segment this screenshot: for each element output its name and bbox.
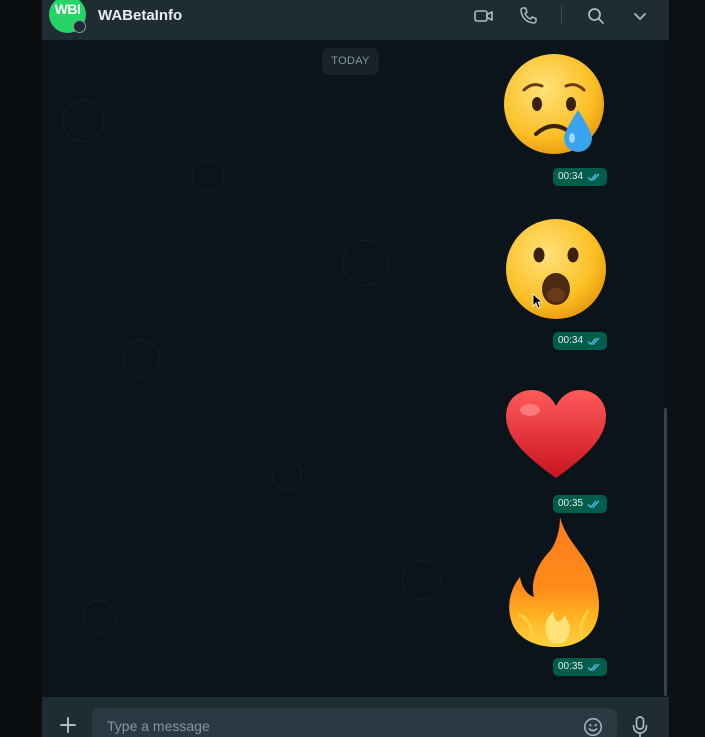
- open-mouth-face-sticker[interactable]: [502, 215, 610, 323]
- message-time: 00:35: [558, 661, 584, 672]
- red-heart-sticker[interactable]: [502, 382, 610, 490]
- sad-relieved-face-sticker[interactable]: [502, 52, 610, 160]
- message-meta: 00:34: [553, 332, 607, 350]
- wallpaper-doodle: [82, 600, 116, 634]
- message-meta: 00:34: [553, 168, 607, 186]
- avatar[interactable]: WBI: [49, 0, 86, 33]
- message-meta: 00:35: [553, 495, 607, 513]
- mic-icon[interactable]: [630, 715, 650, 737]
- message-time: 00:35: [558, 498, 584, 509]
- wallpaper-doodle: [62, 100, 104, 142]
- left-backdrop: [0, 0, 42, 737]
- double-check-read-icon: [587, 337, 600, 346]
- chevron-down-icon[interactable]: [628, 4, 652, 28]
- wallpaper-doodle: [402, 560, 442, 600]
- contact-name[interactable]: WABetaInfo: [98, 7, 182, 24]
- video-call-icon[interactable]: [472, 4, 496, 28]
- message-time: 00:34: [558, 335, 584, 346]
- search-icon[interactable]: [584, 4, 608, 28]
- chat-window: WBI WABetaInfo TODAY 00:34 00:34 00:35 0…: [42, 0, 669, 737]
- date-divider-badge: TODAY: [322, 48, 379, 75]
- attach-plus-icon[interactable]: [56, 713, 80, 737]
- verified-badge-icon: [73, 20, 86, 33]
- chat-header: WBI WABetaInfo: [42, 0, 669, 40]
- double-check-read-icon: [587, 173, 600, 182]
- avatar-initials: WBI: [54, 1, 81, 17]
- wallpaper-doodle: [192, 160, 224, 192]
- emoji-icon[interactable]: [582, 716, 604, 737]
- fire-sticker[interactable]: [502, 515, 610, 650]
- mouse-pointer-icon: [532, 293, 542, 309]
- double-check-read-icon: [587, 663, 600, 672]
- voice-call-icon[interactable]: [516, 4, 540, 28]
- double-check-read-icon: [587, 500, 600, 509]
- wallpaper-doodle: [342, 240, 388, 286]
- message-list[interactable]: TODAY 00:34 00:34 00:35 00:35: [42, 40, 669, 697]
- header-divider: [561, 6, 562, 24]
- message-input[interactable]: Type a message: [92, 708, 617, 737]
- message-input-placeholder: Type a message: [107, 718, 210, 734]
- message-time: 00:34: [558, 171, 584, 182]
- chat-scrollbar[interactable]: [664, 408, 667, 696]
- wallpaper-doodle: [122, 340, 160, 378]
- wallpaper-doodle: [272, 460, 302, 490]
- message-composer: Type a message: [42, 697, 669, 737]
- message-meta: 00:35: [553, 658, 607, 676]
- right-backdrop: [669, 0, 705, 737]
